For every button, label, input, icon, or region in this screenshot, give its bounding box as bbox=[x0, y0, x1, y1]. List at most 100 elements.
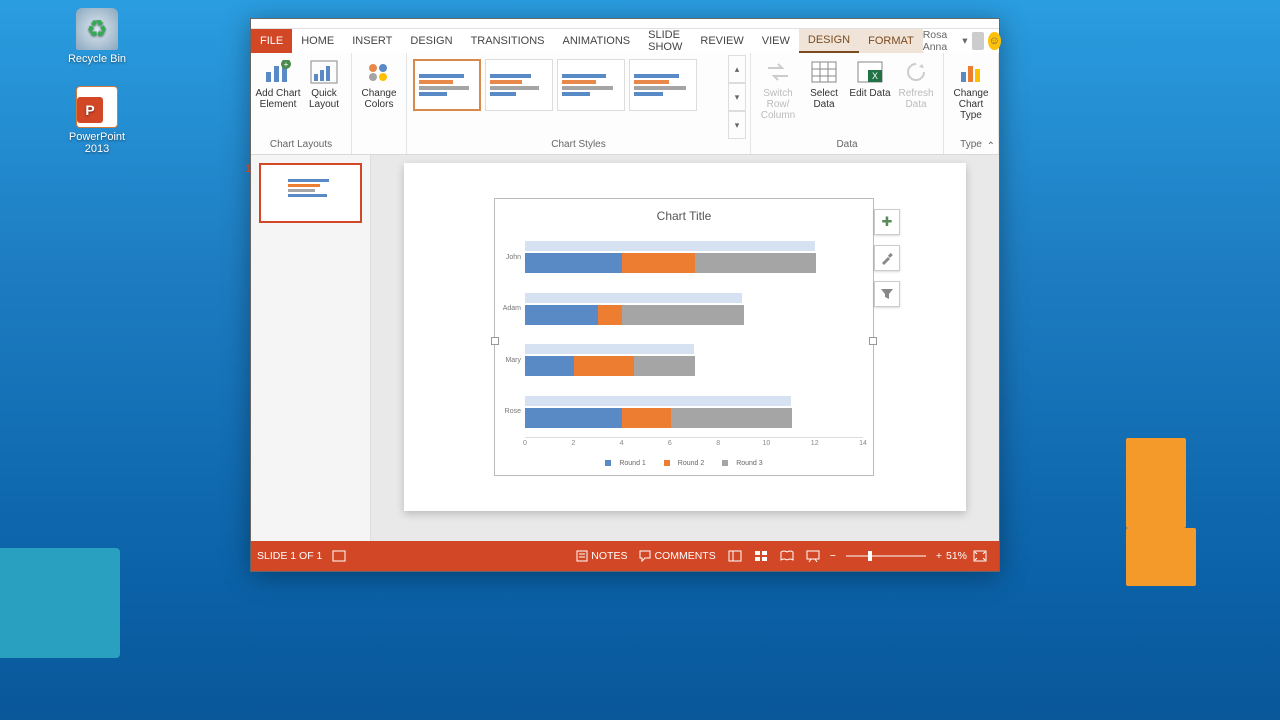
tab-chart-tools-design[interactable]: DESIGN bbox=[799, 29, 859, 53]
button-label: COMMENTS bbox=[654, 550, 715, 562]
zoom-level[interactable]: 51% bbox=[946, 550, 967, 562]
chart-filters-button[interactable] bbox=[874, 281, 900, 307]
bar-segment[interactable] bbox=[598, 305, 622, 325]
tab-transitions[interactable]: TRANSITIONS bbox=[462, 29, 554, 53]
bar-segment[interactable] bbox=[634, 356, 695, 376]
slide-sorter-view-button[interactable] bbox=[754, 550, 768, 562]
slideshow-view-button[interactable] bbox=[806, 550, 820, 562]
edit-data-button[interactable]: X Edit Data bbox=[847, 55, 893, 139]
change-chart-type-button[interactable]: Change Chart Type bbox=[948, 55, 994, 139]
slide-counter: SLIDE 1 OF 1 bbox=[257, 550, 322, 562]
chart-elements-button[interactable]: ✚ bbox=[874, 209, 900, 235]
tab-view[interactable]: VIEW bbox=[753, 29, 799, 53]
select-data-button[interactable]: Select Data bbox=[801, 55, 847, 139]
svg-text:+: + bbox=[284, 60, 289, 69]
bar-segment[interactable] bbox=[525, 305, 598, 325]
tab-chart-tools-format[interactable]: FORMAT bbox=[859, 29, 923, 53]
legend-entry: Round 3 bbox=[736, 460, 762, 467]
thumbnail-chart-preview bbox=[288, 179, 334, 207]
group-label: Chart Styles bbox=[411, 139, 746, 152]
gallery-up-button[interactable]: ▴ bbox=[728, 55, 746, 83]
change-colors-button[interactable]: Change Colors bbox=[356, 55, 402, 139]
collapse-ribbon-button[interactable]: ⌃ bbox=[987, 141, 995, 152]
feedback-smile-icon[interactable]: ☺ bbox=[988, 32, 1000, 50]
bar-segment[interactable] bbox=[622, 408, 671, 428]
gallery-more-button[interactable]: ▾ bbox=[728, 111, 746, 139]
plus-icon: ✚ bbox=[882, 214, 893, 230]
comment-icon bbox=[639, 550, 651, 562]
button-label: Add Chart Element bbox=[255, 88, 301, 110]
brush-icon bbox=[880, 251, 894, 265]
chart-title[interactable]: Chart Title bbox=[495, 199, 873, 229]
chart-styles-button[interactable] bbox=[874, 245, 900, 271]
comments-button[interactable]: COMMENTS bbox=[639, 550, 715, 562]
quick-layout-button[interactable]: Quick Layout bbox=[301, 55, 347, 139]
slide: Chart Title JohnAdamMaryRose 02468101214… bbox=[404, 163, 966, 511]
chart-style-4[interactable] bbox=[629, 59, 697, 111]
fit-to-window-button[interactable] bbox=[973, 550, 987, 562]
gallery-down-button[interactable]: ▾ bbox=[728, 83, 746, 111]
chart-legend[interactable]: Round 1 Round 2 Round 3 bbox=[495, 460, 873, 467]
bar-segment[interactable] bbox=[671, 408, 792, 428]
ribbon-body: + Add Chart Element Quick Layout Chart L… bbox=[251, 53, 999, 155]
title-bar[interactable] bbox=[251, 19, 999, 29]
zoom-slider[interactable] bbox=[846, 555, 926, 557]
chart-object[interactable]: Chart Title JohnAdamMaryRose 02468101214… bbox=[494, 198, 874, 476]
icon-label: PowerPoint 2013 bbox=[62, 131, 132, 155]
bar-segment[interactable] bbox=[525, 408, 622, 428]
tab-insert[interactable]: INSERT bbox=[343, 29, 401, 53]
tab-review[interactable]: REVIEW bbox=[691, 29, 752, 53]
chart-bar-row[interactable]: Rose bbox=[525, 392, 863, 432]
tab-slide-show[interactable]: SLIDE SHOW bbox=[639, 29, 691, 53]
chart-bar-row[interactable]: Adam bbox=[525, 289, 863, 329]
notes-icon bbox=[576, 550, 588, 562]
x-tick: 2 bbox=[571, 440, 575, 447]
bar-segment[interactable] bbox=[622, 305, 743, 325]
chart-bar-row[interactable]: Mary bbox=[525, 340, 863, 380]
group-type: Change Chart Type Type bbox=[944, 53, 999, 154]
button-label: Refresh Data bbox=[893, 88, 939, 110]
tab-design[interactable]: DESIGN bbox=[401, 29, 461, 53]
tab-home[interactable]: HOME bbox=[292, 29, 343, 53]
x-tick: 4 bbox=[620, 440, 624, 447]
chart-style-2[interactable] bbox=[485, 59, 553, 111]
add-chart-element-button[interactable]: + Add Chart Element bbox=[255, 55, 301, 139]
reading-view-button[interactable] bbox=[780, 550, 794, 562]
button-label: NOTES bbox=[591, 550, 627, 562]
tab-file[interactable]: FILE bbox=[251, 29, 292, 53]
user-account[interactable]: Rosa Anna ▾ ☺ bbox=[923, 29, 1007, 53]
powerpoint-shortcut-icon[interactable]: P PowerPoint 2013 bbox=[62, 86, 132, 155]
select-data-icon bbox=[808, 59, 840, 85]
ribbon-tabs: FILE HOME INSERT DESIGN TRANSITIONS ANIM… bbox=[251, 29, 999, 53]
button-label: Select Data bbox=[801, 88, 847, 110]
chart-x-axis: 02468101214 bbox=[525, 437, 863, 451]
zoom-in-button[interactable]: + bbox=[936, 550, 942, 562]
notes-button[interactable]: NOTES bbox=[576, 550, 627, 562]
chart-bar-row[interactable]: John bbox=[525, 237, 863, 277]
status-bar: SLIDE 1 OF 1 NOTES COMMENTS − + 51% bbox=[251, 541, 999, 571]
recycle-bin-icon[interactable]: ♻ Recycle Bin bbox=[62, 8, 132, 65]
legend-entry: Round 2 bbox=[678, 460, 704, 467]
group-label: Chart Layouts bbox=[255, 139, 347, 152]
bar-segment[interactable] bbox=[622, 253, 695, 273]
bar-segment[interactable] bbox=[695, 253, 816, 273]
category-label: Adam bbox=[501, 305, 521, 312]
svg-text:X: X bbox=[872, 71, 878, 81]
powerpoint-window: FILE HOME INSERT DESIGN TRANSITIONS ANIM… bbox=[250, 18, 1000, 572]
bar-segment[interactable] bbox=[574, 356, 635, 376]
normal-view-button[interactable] bbox=[728, 550, 742, 562]
zoom-out-button[interactable]: − bbox=[830, 550, 836, 562]
slide-thumbnail-1[interactable] bbox=[259, 163, 362, 223]
chart-plot-area[interactable]: John Adam Mary Rose bbox=[525, 229, 863, 435]
button-label: Edit Data bbox=[849, 88, 890, 99]
slide-canvas[interactable]: Chart Title JohnAdamMaryRose 02468101214… bbox=[371, 155, 999, 541]
chart-type-icon bbox=[955, 59, 987, 85]
desktop-decoration bbox=[1126, 438, 1186, 528]
tab-animations[interactable]: ANIMATIONS bbox=[554, 29, 640, 53]
bar-segment[interactable] bbox=[525, 253, 622, 273]
spell-check-icon[interactable] bbox=[332, 550, 346, 562]
chart-style-1[interactable] bbox=[413, 59, 481, 111]
bar-segment[interactable] bbox=[525, 356, 574, 376]
user-name: Rosa Anna bbox=[923, 29, 959, 53]
chart-style-3[interactable] bbox=[557, 59, 625, 111]
